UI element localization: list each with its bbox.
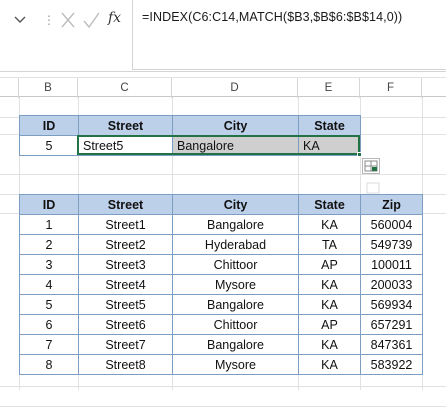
- city-cell[interactable]: Mysore: [172, 354, 299, 375]
- zip-cell[interactable]: 560004: [360, 214, 423, 235]
- header-street[interactable]: Street: [78, 194, 173, 215]
- name-box-dropdown[interactable]: [0, 8, 40, 32]
- street-cell[interactable]: Street7: [78, 334, 173, 355]
- header-street[interactable]: Street: [78, 115, 173, 136]
- chevron-down-icon: [14, 16, 26, 23]
- header-id[interactable]: ID: [19, 194, 79, 215]
- selection-outline: [77, 135, 360, 155]
- state-cell[interactable]: KA: [298, 334, 361, 355]
- street-cell[interactable]: Street8: [78, 354, 173, 375]
- data-table: ID Street City State Zip 1 Street1 Bangalo…: [19, 194, 423, 375]
- city-cell[interactable]: Bangalore: [172, 334, 299, 355]
- zip-cell[interactable]: 583922: [360, 354, 423, 375]
- zip-cell[interactable]: 100011: [360, 254, 423, 275]
- table-row: 4 Street4 Mysore KA 200033: [19, 274, 423, 295]
- state-cell[interactable]: KA: [298, 274, 361, 295]
- column-header-c[interactable]: C: [78, 78, 172, 98]
- street-cell[interactable]: Street6: [78, 314, 173, 335]
- id-cell[interactable]: 1: [19, 214, 79, 235]
- state-cell[interactable]: KA: [298, 214, 361, 235]
- formula-bar-separator[interactable]: ⋮: [43, 8, 55, 32]
- table-row: 8 Street8 Mysore KA 583922: [19, 354, 423, 375]
- fill-handle[interactable]: [357, 152, 362, 157]
- column-header-row: B C D E F: [0, 77, 446, 98]
- city-cell[interactable]: Mysore: [172, 274, 299, 295]
- zip-cell[interactable]: 200033: [360, 274, 423, 295]
- paste-options-icon: [366, 182, 380, 194]
- street-cell[interactable]: Street3: [78, 254, 173, 275]
- street-cell[interactable]: Street5: [78, 294, 173, 315]
- table-row: 5 Street5 Bangalore KA 569934: [19, 294, 423, 315]
- id-cell[interactable]: 3: [19, 254, 79, 275]
- state-cell[interactable]: TA: [298, 234, 361, 255]
- grid-row[interactable]: [0, 386, 446, 407]
- column-header-e[interactable]: E: [298, 78, 360, 98]
- column-header-b[interactable]: B: [19, 78, 78, 98]
- id-cell[interactable]: 7: [19, 334, 79, 355]
- column-header-f[interactable]: F: [360, 78, 422, 98]
- table-row: 7 Street7 Bangalore KA 847361: [19, 334, 423, 355]
- enter-check-icon[interactable]: [83, 12, 100, 29]
- column-header-d[interactable]: D: [172, 78, 298, 98]
- table-row: 6 Street6 Chittoor AP 657291: [19, 314, 423, 335]
- street-cell[interactable]: Street1: [78, 214, 173, 235]
- city-cell[interactable]: Chittoor: [172, 314, 299, 335]
- table-row: 1 Street1 Bangalore KA 560004: [19, 214, 423, 235]
- state-cell[interactable]: AP: [298, 254, 361, 275]
- id-cell[interactable]: 2: [19, 234, 79, 255]
- cancel-icon[interactable]: [61, 12, 75, 28]
- state-cell[interactable]: KA: [298, 354, 361, 375]
- quick-analysis-button[interactable]: [362, 158, 380, 174]
- city-cell[interactable]: Chittoor: [172, 254, 299, 275]
- header-city[interactable]: City: [172, 194, 299, 215]
- id-cell[interactable]: 6: [19, 314, 79, 335]
- state-cell[interactable]: AP: [298, 314, 361, 335]
- city-cell[interactable]: Bangalore: [172, 214, 299, 235]
- data-table-body: 1 Street1 Bangalore KA 560004 2 Street2 Hyderab…: [19, 214, 423, 375]
- id-cell[interactable]: 8: [19, 354, 79, 375]
- zip-cell[interactable]: 657291: [360, 314, 423, 335]
- data-header-row: ID Street City State Zip: [19, 194, 423, 215]
- zip-cell[interactable]: 549739: [360, 234, 423, 255]
- city-cell[interactable]: Bangalore: [172, 294, 299, 315]
- table-row: 2 Street2 Hyderabad TA 549739: [19, 234, 423, 255]
- header-id[interactable]: ID: [19, 115, 79, 136]
- header-state[interactable]: State: [298, 115, 361, 136]
- zip-cell[interactable]: 847361: [360, 334, 423, 355]
- zip-cell[interactable]: 569934: [360, 294, 423, 315]
- header-city[interactable]: City: [172, 115, 299, 136]
- state-cell[interactable]: KA: [298, 294, 361, 315]
- id-cell[interactable]: 4: [19, 274, 79, 295]
- city-cell[interactable]: Hyderabad: [172, 234, 299, 255]
- header-zip[interactable]: Zip: [360, 194, 423, 215]
- id-cell[interactable]: 5: [19, 294, 79, 315]
- formula-text[interactable]: =INDEX(C6:C14,MATCH($B3,$B$6:$B$14,0)): [142, 10, 402, 24]
- corner-cell[interactable]: [0, 78, 19, 98]
- lookup-id-cell[interactable]: 5: [19, 135, 79, 156]
- street-cell[interactable]: Street4: [78, 274, 173, 295]
- table-row: 3 Street3 Chittoor AP 100011: [19, 254, 423, 275]
- insert-function-button[interactable]: fx: [108, 10, 121, 26]
- quick-analysis-icon: [364, 160, 378, 172]
- lookup-header-row: ID Street City State: [19, 115, 361, 136]
- header-state[interactable]: State: [298, 194, 361, 215]
- street-cell[interactable]: Street2: [78, 234, 173, 255]
